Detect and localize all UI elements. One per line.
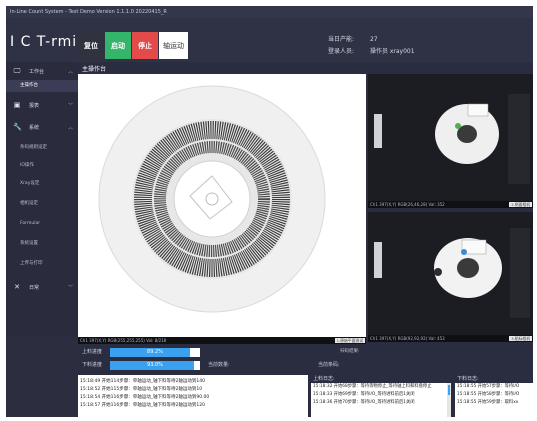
- stop-button[interactable]: 停止: [132, 32, 158, 59]
- feed-progress-label: 上料进度: [82, 349, 103, 355]
- camera-view-label[interactable]: Ch1 397(X,Y) RGB(92,92,92) Val: 453 3.贴标…: [368, 212, 533, 342]
- chevron-up-icon: ︿: [67, 124, 73, 131]
- sidebar-item-barcode-rule[interactable]: 条码规则设定: [6, 142, 78, 154]
- upload-log[interactable]: 上料日志: 15:18:32 开始68步骤：等待等物停止_等待轴上料和料盘停止 …: [311, 375, 451, 417]
- unload-log-title: 下料日志:: [457, 376, 479, 382]
- scrollbar-thumb[interactable]: [448, 385, 450, 395]
- main-view-status-text: Ch1 397(X,Y) RGB(255,255,255) Val: 8/218: [80, 338, 167, 343]
- report-icon: ▣: [13, 101, 21, 109]
- sidebar-item-label: 系统: [29, 124, 40, 131]
- sidebar-item-label: 日常: [29, 284, 40, 291]
- side-camera-tag: 2.侧面相机: [509, 202, 532, 207]
- feed-progress-bar: 89.2%: [110, 348, 200, 357]
- log-line: 15:18:55 开始57步骤：等待I/O: [457, 384, 520, 389]
- upload-log-scrollbar[interactable]: [447, 383, 451, 417]
- sidebar-item-daily[interactable]: ✕ 日常 ﹀: [6, 280, 78, 294]
- log-line: 15:18:52 开始115步骤：单轴运动_轴下料等待2轴运动到10: [80, 387, 203, 392]
- label-camera-status: Ch1 397(X,Y) RGB(92,92,92) Val: 453 3.贴标…: [368, 335, 533, 342]
- log-line: 15:18:36 开始70步骤：等待I/O_等待进料前后1关闭: [313, 400, 415, 405]
- sidebar-item-camera[interactable]: 相机设定: [6, 198, 78, 210]
- current-barcode-label: 当前条码:: [318, 362, 340, 368]
- unload-progress-bar: 93.0%: [110, 361, 200, 370]
- unload-log-body: 15:18:55 开始57步骤：等待I/O 15:18:55 开始58步骤：等待…: [455, 383, 533, 417]
- sidebar-item-label: 报表: [29, 102, 40, 109]
- current-count-label: 当前数量:: [208, 362, 230, 368]
- sidebar-item-settings[interactable]: 系统设置: [6, 238, 78, 250]
- chevron-down-icon: ﹀: [67, 102, 73, 109]
- sidebar-item-workbench[interactable]: 🖵 工作台 ︿: [6, 64, 78, 78]
- window-title: In-Line Count System - Test Demo Version…: [6, 6, 533, 18]
- side-camera-image: [368, 74, 533, 201]
- daily-output-value: 27: [369, 36, 378, 43]
- feed-progress-text: 89.2%: [147, 349, 163, 355]
- log-line: 15:18:55 开始58步骤：等待I/O: [457, 392, 520, 397]
- page-title: 主操作台: [82, 66, 107, 73]
- app-window: In-Line Count System - Test Demo Version…: [6, 6, 533, 417]
- sidebar-item-main-console[interactable]: 主操作台: [6, 80, 78, 92]
- log-line: 15:18:54 开始116步骤：单轴运动_轴下料等待2轴运动到90.00: [80, 395, 210, 400]
- camera-view-side[interactable]: Ch1 397(X,Y) RGB(26,46,28) Val: 352 2.侧面…: [368, 74, 533, 208]
- label-camera-tag: 3.贴标相机: [509, 336, 532, 341]
- upload-log-title: 上料日志:: [313, 376, 335, 382]
- sidebar: 🖵 工作台 ︿ 主操作台 ▣ 报表 ﹀ 🔧 系统 ︿ 条码规则设定 IO操作 X…: [6, 62, 78, 337]
- unload-progress-label: 下料进度: [82, 362, 103, 368]
- axis-motion-button[interactable]: 轴运动: [159, 32, 188, 59]
- sidebar-item-upload-print[interactable]: 上传与打印: [6, 258, 78, 270]
- label-camera-status-text: Ch1 397(X,Y) RGB(92,92,92) Val: 453: [370, 336, 445, 341]
- reset-button[interactable]: 复位: [78, 32, 104, 59]
- main-log[interactable]: 15:18:49 开始114步骤：单轴运动_轴下料等待2轴运动到140 15:1…: [78, 375, 308, 417]
- start-button[interactable]: 启动: [105, 32, 131, 59]
- main-view-status: Ch1 397(X,Y) RGB(255,255,255) Val: 8/218…: [78, 337, 366, 344]
- label-camera-image: [368, 212, 533, 335]
- sidebar-item-label: 工作台: [29, 68, 45, 75]
- login-label: 登录人员:: [328, 48, 355, 55]
- login-user: 登录人员: 操作员 xray001: [328, 46, 415, 55]
- sidebar-item-xray[interactable]: Xray设定: [6, 178, 78, 190]
- log-line: 15:18:33 开始69步骤：等待I/O_等待进料前后1关闭: [313, 392, 415, 397]
- sidebar-item-system[interactable]: 🔧 系统 ︿: [6, 120, 78, 134]
- main-panel: 主操作台 Ch1 397(X,Y) RGB(255,255,255) Val: …: [78, 62, 533, 417]
- logo: I C T-rmi: [10, 34, 78, 50]
- daily-output-label: 当日产能:: [328, 36, 355, 43]
- chevron-up-icon: ︿: [67, 68, 73, 75]
- chevron-down-icon: ﹀: [67, 284, 73, 291]
- header: I C T-rmi 复位 启动 停止 轴运动 当日产能: 27 登录人员: 操作…: [6, 18, 533, 62]
- tools-icon: ✕: [14, 283, 20, 291]
- side-camera-status: Ch1 397(X,Y) RGB(26,46,28) Val: 352 2.侧面…: [368, 201, 533, 208]
- sidebar-item-io[interactable]: IO操作: [6, 160, 78, 172]
- xray-reel-image: [78, 74, 366, 337]
- daily-output: 当日产能: 27: [328, 34, 378, 43]
- side-camera-status-text: Ch1 397(X,Y) RGB(26,46,28) Val: 352: [370, 202, 445, 207]
- main-view-tag: 1.原始平面测试: [334, 338, 365, 343]
- log-line: 15:18:32 开始68步骤：等待等物停止_等待轴上料和料盘停止: [313, 384, 432, 389]
- login-value: 操作员 xray001: [369, 48, 415, 55]
- scan-result-label: 扫码结果:: [340, 349, 360, 354]
- unload-log[interactable]: 下料日志: 15:18:55 开始57步骤：等待I/O 15:18:55 开始5…: [455, 375, 533, 417]
- log-line: 15:18:57 开始116步骤：单轴运动_轴下料等待2轴运动到120: [80, 403, 205, 408]
- upload-log-body: 15:18:32 开始68步骤：等待等物停止_等待轴上料和料盘停止 15:18:…: [311, 383, 451, 417]
- sidebar-item-report[interactable]: ▣ 报表 ﹀: [6, 98, 78, 112]
- unload-progress-text: 93.0%: [147, 362, 163, 368]
- monitor-icon: 🖵: [13, 67, 21, 75]
- log-line: 15:18:55 开始59步骤：取料xx: [457, 400, 519, 405]
- log-line: 15:18:49 开始114步骤：单轴运动_轴下料等待2轴运动到140: [80, 379, 205, 384]
- xray-reel-view[interactable]: Ch1 397(X,Y) RGB(255,255,255) Val: 8/218…: [78, 74, 366, 344]
- wrench-icon: 🔧: [13, 123, 22, 131]
- sidebar-item-formular[interactable]: Formular: [6, 218, 78, 230]
